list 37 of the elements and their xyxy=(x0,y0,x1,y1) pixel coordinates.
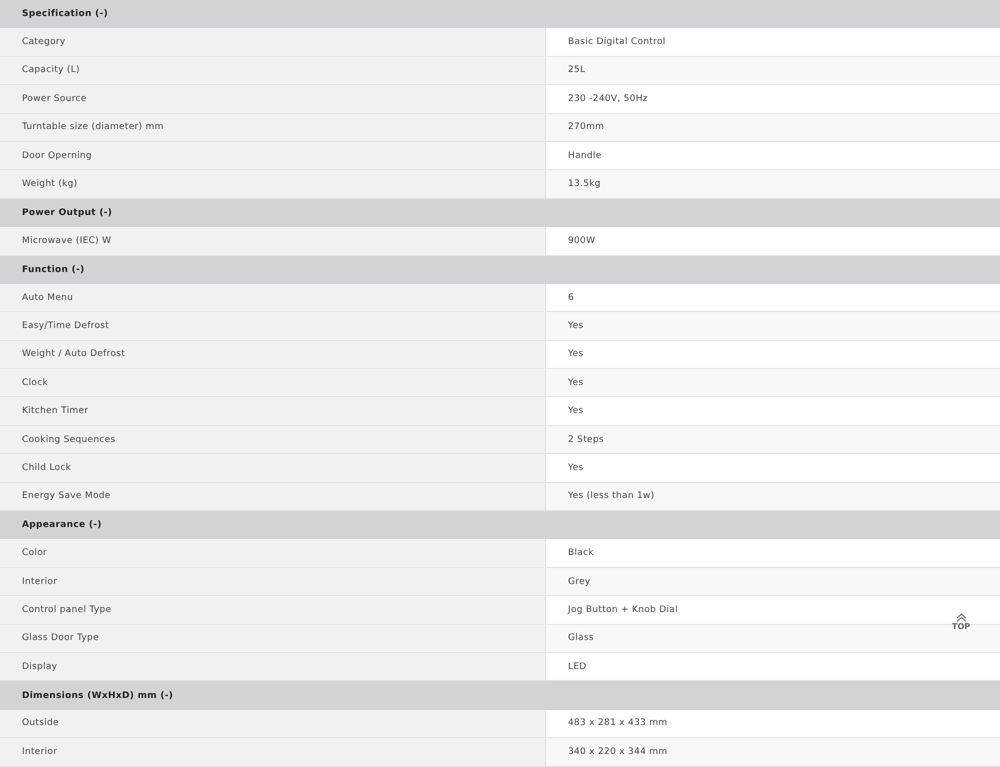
spec-label: Easy/Time Defrost xyxy=(0,312,546,340)
spec-label: Clock xyxy=(0,369,546,396)
spec-label: Cooking Sequences xyxy=(0,426,546,454)
spec-value: 13.5kg xyxy=(546,170,1000,198)
spec-label: Weight / Auto Defrost xyxy=(0,340,546,368)
spec-label: Door Operning xyxy=(0,142,546,170)
spec-label: Glass Door Type xyxy=(0,624,546,652)
spec-value: 2 Steps xyxy=(546,426,1000,454)
spec-value: 25L xyxy=(546,56,1000,84)
spec-value: Yes xyxy=(546,312,1000,340)
section-header: Appearance (-) xyxy=(0,511,1000,540)
spec-value: Yes xyxy=(546,369,1000,396)
section-header: Dimensions (WxHxD) mm (-) xyxy=(0,681,1000,710)
spec-label: Child Lock xyxy=(0,454,546,482)
spec-label: Control panel Type xyxy=(0,596,546,624)
section-header: Function (-) xyxy=(0,256,1000,284)
spec-label: Turntable size (diameter) mm xyxy=(0,114,546,141)
spec-value: Grey xyxy=(546,568,1000,596)
spec-value: 340 x 220 x 344 mm xyxy=(546,738,1000,766)
spec-label: Auto Menu xyxy=(0,284,546,312)
spec-label: Outside xyxy=(0,710,546,738)
section-header: Power Output (-) xyxy=(0,198,1000,228)
spec-label: Category xyxy=(0,28,546,56)
spec-label: Kitchen Timer xyxy=(0,397,546,425)
spec-value: Yes (less than 1w) xyxy=(546,482,1000,510)
spec-label: Capacity (L) xyxy=(0,56,546,84)
spec-label: Interior xyxy=(0,568,546,596)
spec-label: Energy Save Mode xyxy=(0,482,546,510)
section-header: Specification (-) xyxy=(0,0,1000,28)
spec-label: Weight (kg) xyxy=(0,170,546,198)
spec-label: Microwave (IEC) W xyxy=(0,227,546,255)
spec-label: Color xyxy=(0,539,546,567)
spec-label: Interior xyxy=(0,738,546,766)
spec-value: 270mm xyxy=(546,114,1000,141)
spec-label: Display xyxy=(0,652,546,680)
spec-label: Power Source xyxy=(0,85,546,113)
double-chevron-up-icon xyxy=(956,613,967,622)
